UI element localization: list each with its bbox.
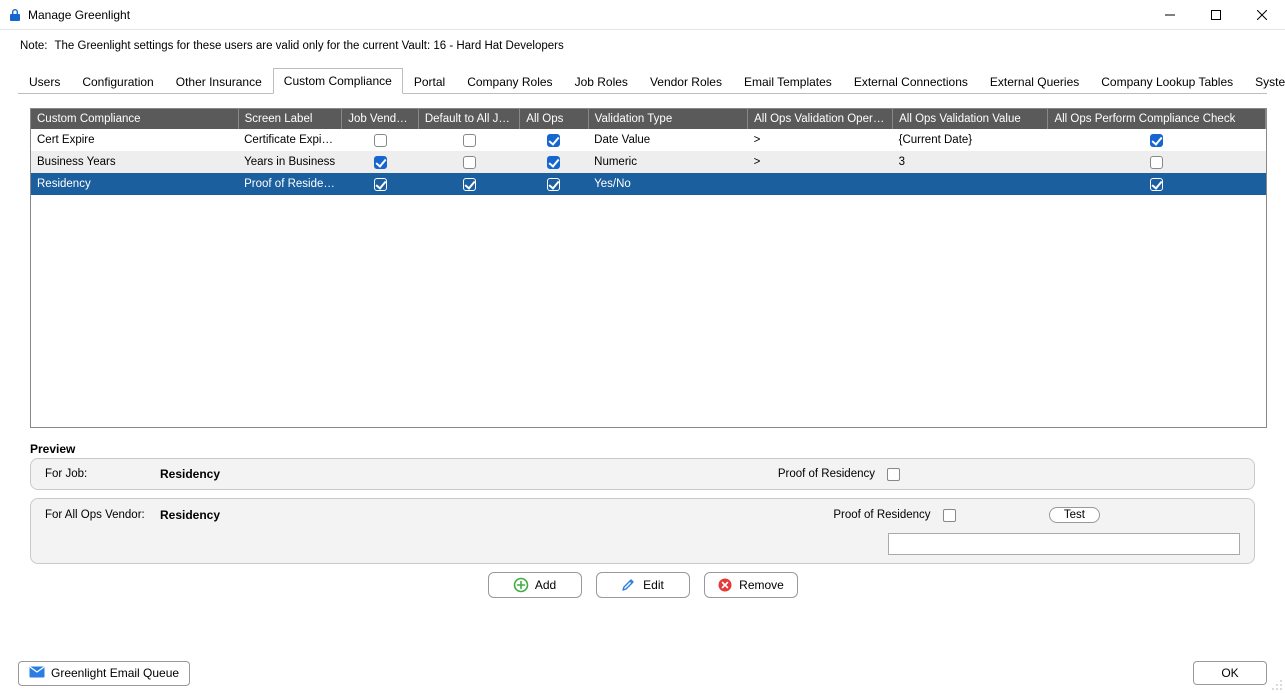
cell-perform-check[interactable] (1048, 129, 1266, 151)
cell-validation-type: Yes/No (588, 173, 747, 195)
cell-value (893, 173, 1048, 195)
preview-vendor-label: For All Ops Vendor: (45, 509, 160, 521)
remove-button-label: Remove (739, 578, 784, 592)
tab-custom-compliance[interactable]: Custom Compliance (273, 68, 403, 94)
cell-name: Cert Expire (31, 129, 238, 151)
preview-heading: Preview (30, 442, 1285, 456)
cell-screen-label: Proof of Residency (238, 173, 342, 195)
col-job-vendors[interactable]: Job Vendors (342, 109, 419, 129)
cell-all-ops[interactable] (520, 151, 588, 173)
tab-vendor-roles[interactable]: Vendor Roles (639, 69, 733, 94)
cell-default-all-jobs[interactable] (418, 129, 519, 151)
preview-vendor-text-input[interactable] (888, 533, 1240, 555)
col-screen-label[interactable]: Screen Label (238, 109, 342, 129)
note-label: Note: (20, 40, 48, 52)
col-validation-type[interactable]: Validation Type (588, 109, 747, 129)
note-row: Note: The Greenlight settings for these … (0, 30, 1285, 66)
cell-job-vendors[interactable] (342, 173, 419, 195)
cell-screen-label: Certificate Expirati... (238, 129, 342, 151)
preview-job-field-label: Proof of Residency (778, 468, 883, 480)
lock-icon (8, 8, 22, 22)
window-title: Manage Greenlight (28, 8, 130, 22)
tab-portal[interactable]: Portal (403, 69, 456, 94)
preview-vendor-checkbox[interactable] (943, 509, 956, 522)
table-row[interactable]: Cert Expire Certificate Expirati... Date… (31, 129, 1266, 151)
preview-vendor-field-label: Proof of Residency (833, 509, 938, 521)
cell-name: Business Years (31, 151, 238, 173)
cell-perform-check[interactable] (1048, 173, 1266, 195)
table-row-selected[interactable]: Residency Proof of Residency Yes/No (31, 173, 1266, 195)
tab-other-insurance[interactable]: Other Insurance (165, 69, 273, 94)
table-row[interactable]: Business Years Years in Business Numeric… (31, 151, 1266, 173)
edit-button-label: Edit (643, 578, 664, 592)
col-all-ops[interactable]: All Ops (520, 109, 588, 129)
tab-configuration[interactable]: Configuration (71, 69, 164, 94)
compliance-grid[interactable]: Custom Compliance Screen Label Job Vendo… (30, 108, 1267, 428)
x-circle-icon (717, 577, 733, 593)
cell-screen-label: Years in Business (238, 151, 342, 173)
col-perform-check[interactable]: All Ops Perform Compliance Check (1048, 109, 1266, 129)
close-button[interactable] (1239, 0, 1285, 30)
footer: Greenlight Email Queue OK (0, 653, 1285, 693)
cell-all-ops[interactable] (520, 173, 588, 195)
tab-users[interactable]: Users (18, 69, 71, 94)
cell-default-all-jobs[interactable] (418, 173, 519, 195)
titlebar: Manage Greenlight (0, 0, 1285, 30)
col-validation-value[interactable]: All Ops Validation Value (893, 109, 1048, 129)
note-text: The Greenlight settings for these users … (55, 40, 564, 52)
mail-icon (29, 666, 45, 681)
tab-external-queries[interactable]: External Queries (979, 69, 1090, 94)
tab-email-templates[interactable]: Email Templates (733, 69, 843, 94)
cell-validation-type: Date Value (588, 129, 747, 151)
cell-value: 3 (893, 151, 1048, 173)
greenlight-email-queue-button[interactable]: Greenlight Email Queue (18, 661, 190, 686)
resize-grip-icon[interactable] (1271, 679, 1283, 691)
remove-button[interactable]: Remove (704, 572, 798, 598)
col-validation-operator[interactable]: All Ops Validation Operator (748, 109, 893, 129)
ok-button[interactable]: OK (1193, 661, 1267, 685)
cell-job-vendors[interactable] (342, 129, 419, 151)
minimize-button[interactable] (1147, 0, 1193, 30)
cell-job-vendors[interactable] (342, 151, 419, 173)
plus-circle-icon (513, 577, 529, 593)
cell-default-all-jobs[interactable] (418, 151, 519, 173)
cell-operator: > (748, 151, 893, 173)
action-row: Add Edit Remove (0, 572, 1285, 598)
cell-all-ops[interactable] (520, 129, 588, 151)
col-custom-compliance[interactable]: Custom Compliance (31, 109, 238, 129)
preview-vendor-name: Residency (160, 508, 740, 522)
tab-system-lookup-tables[interactable]: System Lookup Tables (1244, 69, 1285, 94)
add-button[interactable]: Add (488, 572, 582, 598)
add-button-label: Add (535, 578, 556, 592)
queue-button-label: Greenlight Email Queue (51, 666, 179, 680)
cell-value: {Current Date} (893, 129, 1048, 151)
tab-external-connections[interactable]: External Connections (843, 69, 979, 94)
tab-job-roles[interactable]: Job Roles (564, 69, 639, 94)
preview-job-label: For Job: (45, 468, 160, 480)
cell-operator (748, 173, 893, 195)
preview-job-box: For Job: Residency Proof of Residency (30, 458, 1255, 490)
tab-company-roles[interactable]: Company Roles (456, 69, 563, 94)
cell-validation-type: Numeric (588, 151, 747, 173)
edit-button[interactable]: Edit (596, 572, 690, 598)
preview-vendor-box: For All Ops Vendor: Residency Proof of R… (30, 498, 1255, 564)
col-default-all-jobs[interactable]: Default to All Jobs (418, 109, 519, 129)
cell-perform-check[interactable] (1048, 151, 1266, 173)
maximize-button[interactable] (1193, 0, 1239, 30)
cell-operator: > (748, 129, 893, 151)
preview-job-checkbox[interactable] (887, 468, 900, 481)
cell-name: Residency (31, 173, 238, 195)
preview-job-name: Residency (160, 467, 740, 481)
tab-company-lookup-tables[interactable]: Company Lookup Tables (1090, 69, 1244, 94)
pencil-icon (621, 577, 637, 593)
grid-header-row: Custom Compliance Screen Label Job Vendo… (31, 109, 1266, 129)
test-button[interactable]: Test (1049, 507, 1100, 523)
tabstrip: Users Configuration Other Insurance Cust… (18, 66, 1267, 94)
